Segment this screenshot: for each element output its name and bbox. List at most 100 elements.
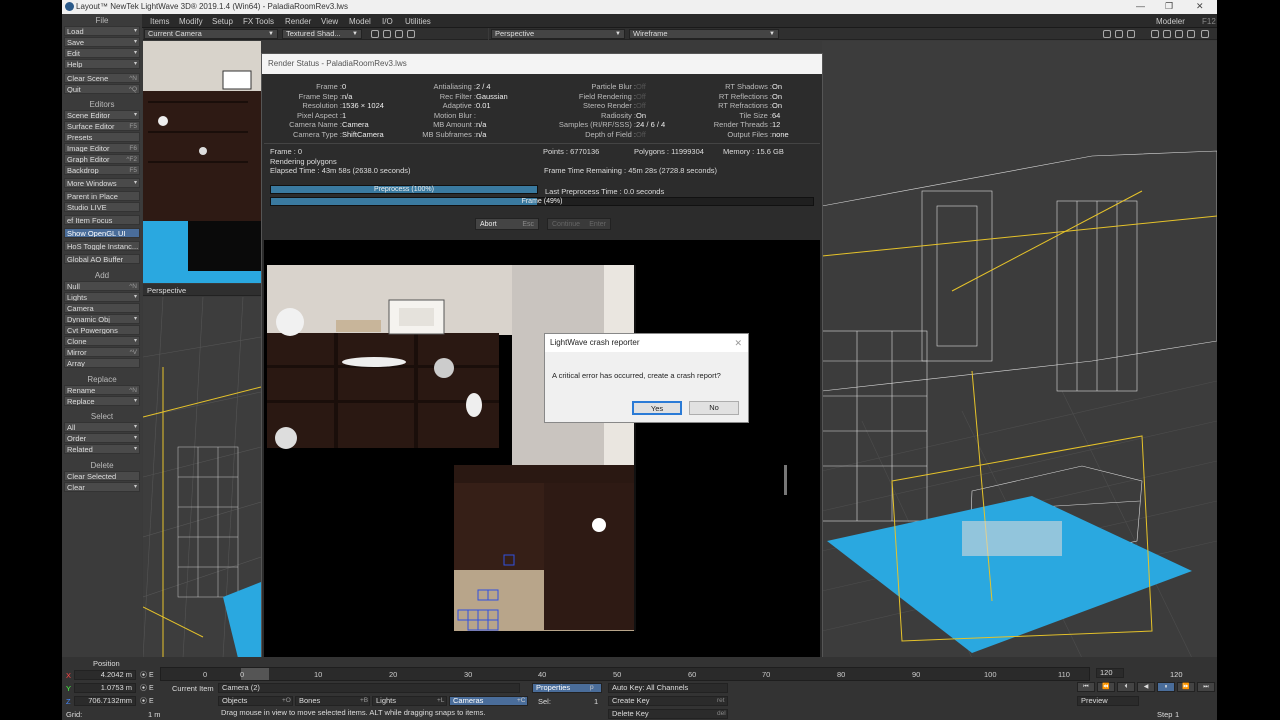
select-related-button[interactable]: Related ▾ xyxy=(64,444,140,454)
tab-modify[interactable]: Modify xyxy=(175,16,207,27)
play-reverse-icon[interactable]: ◀ xyxy=(1137,682,1155,692)
save-button[interactable]: Save ▾ xyxy=(64,37,140,47)
select-order-button[interactable]: Order ▾ xyxy=(64,433,140,443)
timeline[interactable]: 0 0 10 20 30 40 50 60 70 80 90 100 110 xyxy=(160,667,1090,681)
maximize-icon[interactable] xyxy=(407,30,415,38)
tab-io[interactable]: I/O xyxy=(378,16,397,27)
yes-button[interactable]: Yes xyxy=(632,401,682,415)
replace-button[interactable]: Replace ▾ xyxy=(64,396,140,406)
modeler-button[interactable]: Modeler xyxy=(1152,16,1189,27)
zoom-icon[interactable] xyxy=(1187,30,1195,38)
tab-render[interactable]: Render xyxy=(281,16,315,27)
go-to-end-icon[interactable]: ⏭ xyxy=(1197,682,1215,692)
parent-in-place-button[interactable]: Parent in Place xyxy=(64,191,140,201)
x-envelope-icon[interactable]: ⦿ E xyxy=(140,670,154,680)
y-position-field[interactable]: 1.0753 m xyxy=(74,683,136,693)
right-view-type-select[interactable]: Perspective ▼ xyxy=(491,29,625,39)
clear-button[interactable]: Clear ▾ xyxy=(64,482,140,492)
no-button[interactable]: No xyxy=(689,401,739,415)
top-left-viewport[interactable] xyxy=(143,41,261,283)
help-button[interactable]: Help ▾ xyxy=(64,59,140,69)
studio-live-button[interactable]: Studio LIVE xyxy=(64,202,140,212)
y-envelope-icon[interactable]: ⦿ E xyxy=(140,683,154,693)
rotate-icon[interactable] xyxy=(395,30,403,38)
right-viewport[interactable] xyxy=(822,41,1217,658)
pause-icon[interactable]: ⏸ xyxy=(1157,682,1175,692)
array-button[interactable]: Array xyxy=(64,358,140,368)
x-position-field[interactable]: 4.2042 m xyxy=(74,670,136,680)
rotate-icon[interactable] xyxy=(1175,30,1183,38)
load-button[interactable]: Load ▾ xyxy=(64,26,140,36)
abort-label: Abort xyxy=(480,221,497,228)
right-shading-select[interactable]: Wireframe ▼ xyxy=(629,29,779,39)
lights-button[interactable]: Lights xyxy=(372,696,447,706)
viewport-label[interactable]: Perspective xyxy=(147,286,186,295)
presets-button[interactable]: Presets xyxy=(64,132,140,142)
tab-view[interactable]: View xyxy=(317,16,342,27)
scene-editor-button[interactable]: Scene Editor ▾ xyxy=(64,110,140,120)
continue-button[interactable]: Continue Enter xyxy=(547,218,611,230)
add-lights-button[interactable]: Lights ▾ xyxy=(64,292,140,302)
preview-select[interactable]: Preview xyxy=(1077,696,1139,706)
timeline-playhead[interactable] xyxy=(241,668,269,680)
clear-selected-button[interactable]: Clear Selected xyxy=(64,471,140,481)
previous-frame-icon[interactable]: ⏴ xyxy=(1117,682,1135,692)
rename-button[interactable]: Rename ^N xyxy=(64,385,140,395)
mirror-button[interactable]: Mirror ^V xyxy=(64,347,140,357)
quit-button[interactable]: Quit ^Q xyxy=(64,84,140,94)
auto-key-select[interactable]: Auto Key: All Channels xyxy=(608,683,728,693)
close-icon[interactable]: ✕ xyxy=(734,338,742,349)
close-button[interactable]: ✕ xyxy=(1196,1,1204,12)
tab-model[interactable]: Model xyxy=(345,16,375,27)
add-camera-button[interactable]: Camera xyxy=(64,303,140,313)
backdrop-button[interactable]: Backdrop F5 xyxy=(64,165,140,175)
restore-button[interactable]: ❐ xyxy=(1165,1,1173,12)
delete-key-button[interactable]: Delete Key xyxy=(608,709,728,719)
more-windows-button[interactable]: More Windows ▾ xyxy=(64,178,140,188)
show-opengl-ui-button[interactable]: Show OpenGL UI xyxy=(64,228,140,238)
current-item-select[interactable]: Camera (2) xyxy=(218,683,520,693)
next-key-icon[interactable]: ⏩ xyxy=(1177,682,1195,692)
camera-icon[interactable] xyxy=(1115,30,1123,38)
clear-scene-button[interactable]: Clear Scene ^N xyxy=(64,73,140,83)
add-null-button[interactable]: Null ^N xyxy=(64,281,140,291)
go-to-start-icon[interactable]: ⏮ xyxy=(1077,682,1095,692)
previous-key-icon[interactable]: ⏪ xyxy=(1097,682,1115,692)
add-dynamic-obj-button[interactable]: Dynamic Obj ▾ xyxy=(64,314,140,324)
bones-button[interactable]: Bones xyxy=(295,696,370,706)
lock-icon[interactable] xyxy=(1103,30,1111,38)
z-position-field[interactable]: 706.7132mm xyxy=(74,696,136,706)
timeline-end-field[interactable]: 120 xyxy=(1096,668,1124,678)
minimize-button[interactable]: — xyxy=(1136,1,1145,11)
image-editor-button[interactable]: Image Editor F6 xyxy=(64,143,140,153)
item-focus-button[interactable]: ef Item Focus xyxy=(64,215,140,225)
move-icon[interactable] xyxy=(1163,30,1171,38)
edit-button[interactable]: Edit ▾ xyxy=(64,48,140,58)
shading-select[interactable]: Textured Shad... ▼ xyxy=(282,29,362,39)
hos-toggle-instance-button[interactable]: HoS Toggle Instanc... xyxy=(64,241,140,251)
setting-key: Render Threads : xyxy=(713,120,772,129)
settings-icon[interactable] xyxy=(1151,30,1159,38)
z-envelope-icon[interactable]: ⦿ E xyxy=(140,696,154,706)
view-type-select[interactable]: Current Camera ▼ xyxy=(144,29,278,39)
move-icon[interactable] xyxy=(383,30,391,38)
graph-editor-button[interactable]: Graph Editor ^F2 xyxy=(64,154,140,164)
setting-value: Off xyxy=(636,101,646,110)
render-icon[interactable] xyxy=(1127,30,1135,38)
tab-utilities[interactable]: Utilities xyxy=(401,16,435,27)
lock-icon[interactable] xyxy=(371,30,379,38)
tab-fx-tools[interactable]: FX Tools xyxy=(239,16,278,27)
tab-items[interactable]: Items xyxy=(146,16,174,27)
cvt-powergons-button[interactable]: Cvt Powergons xyxy=(64,325,140,335)
create-key-button[interactable]: Create Key xyxy=(608,696,728,706)
tab-setup[interactable]: Setup xyxy=(208,16,237,27)
maximize-icon[interactable] xyxy=(1201,30,1209,38)
clone-button[interactable]: Clone ▾ xyxy=(64,336,140,346)
tick-50: 50 xyxy=(613,670,622,679)
abort-button[interactable]: Abort Esc xyxy=(475,218,539,230)
select-all-button[interactable]: All ▾ xyxy=(64,422,140,432)
global-ao-buffer-button[interactable]: Global AO Buffer xyxy=(64,254,140,264)
bottom-left-viewport[interactable] xyxy=(143,297,261,658)
surface-editor-button[interactable]: Surface Editor F5 xyxy=(64,121,140,131)
render-values-col4: On On On 64 12 none xyxy=(768,82,822,142)
